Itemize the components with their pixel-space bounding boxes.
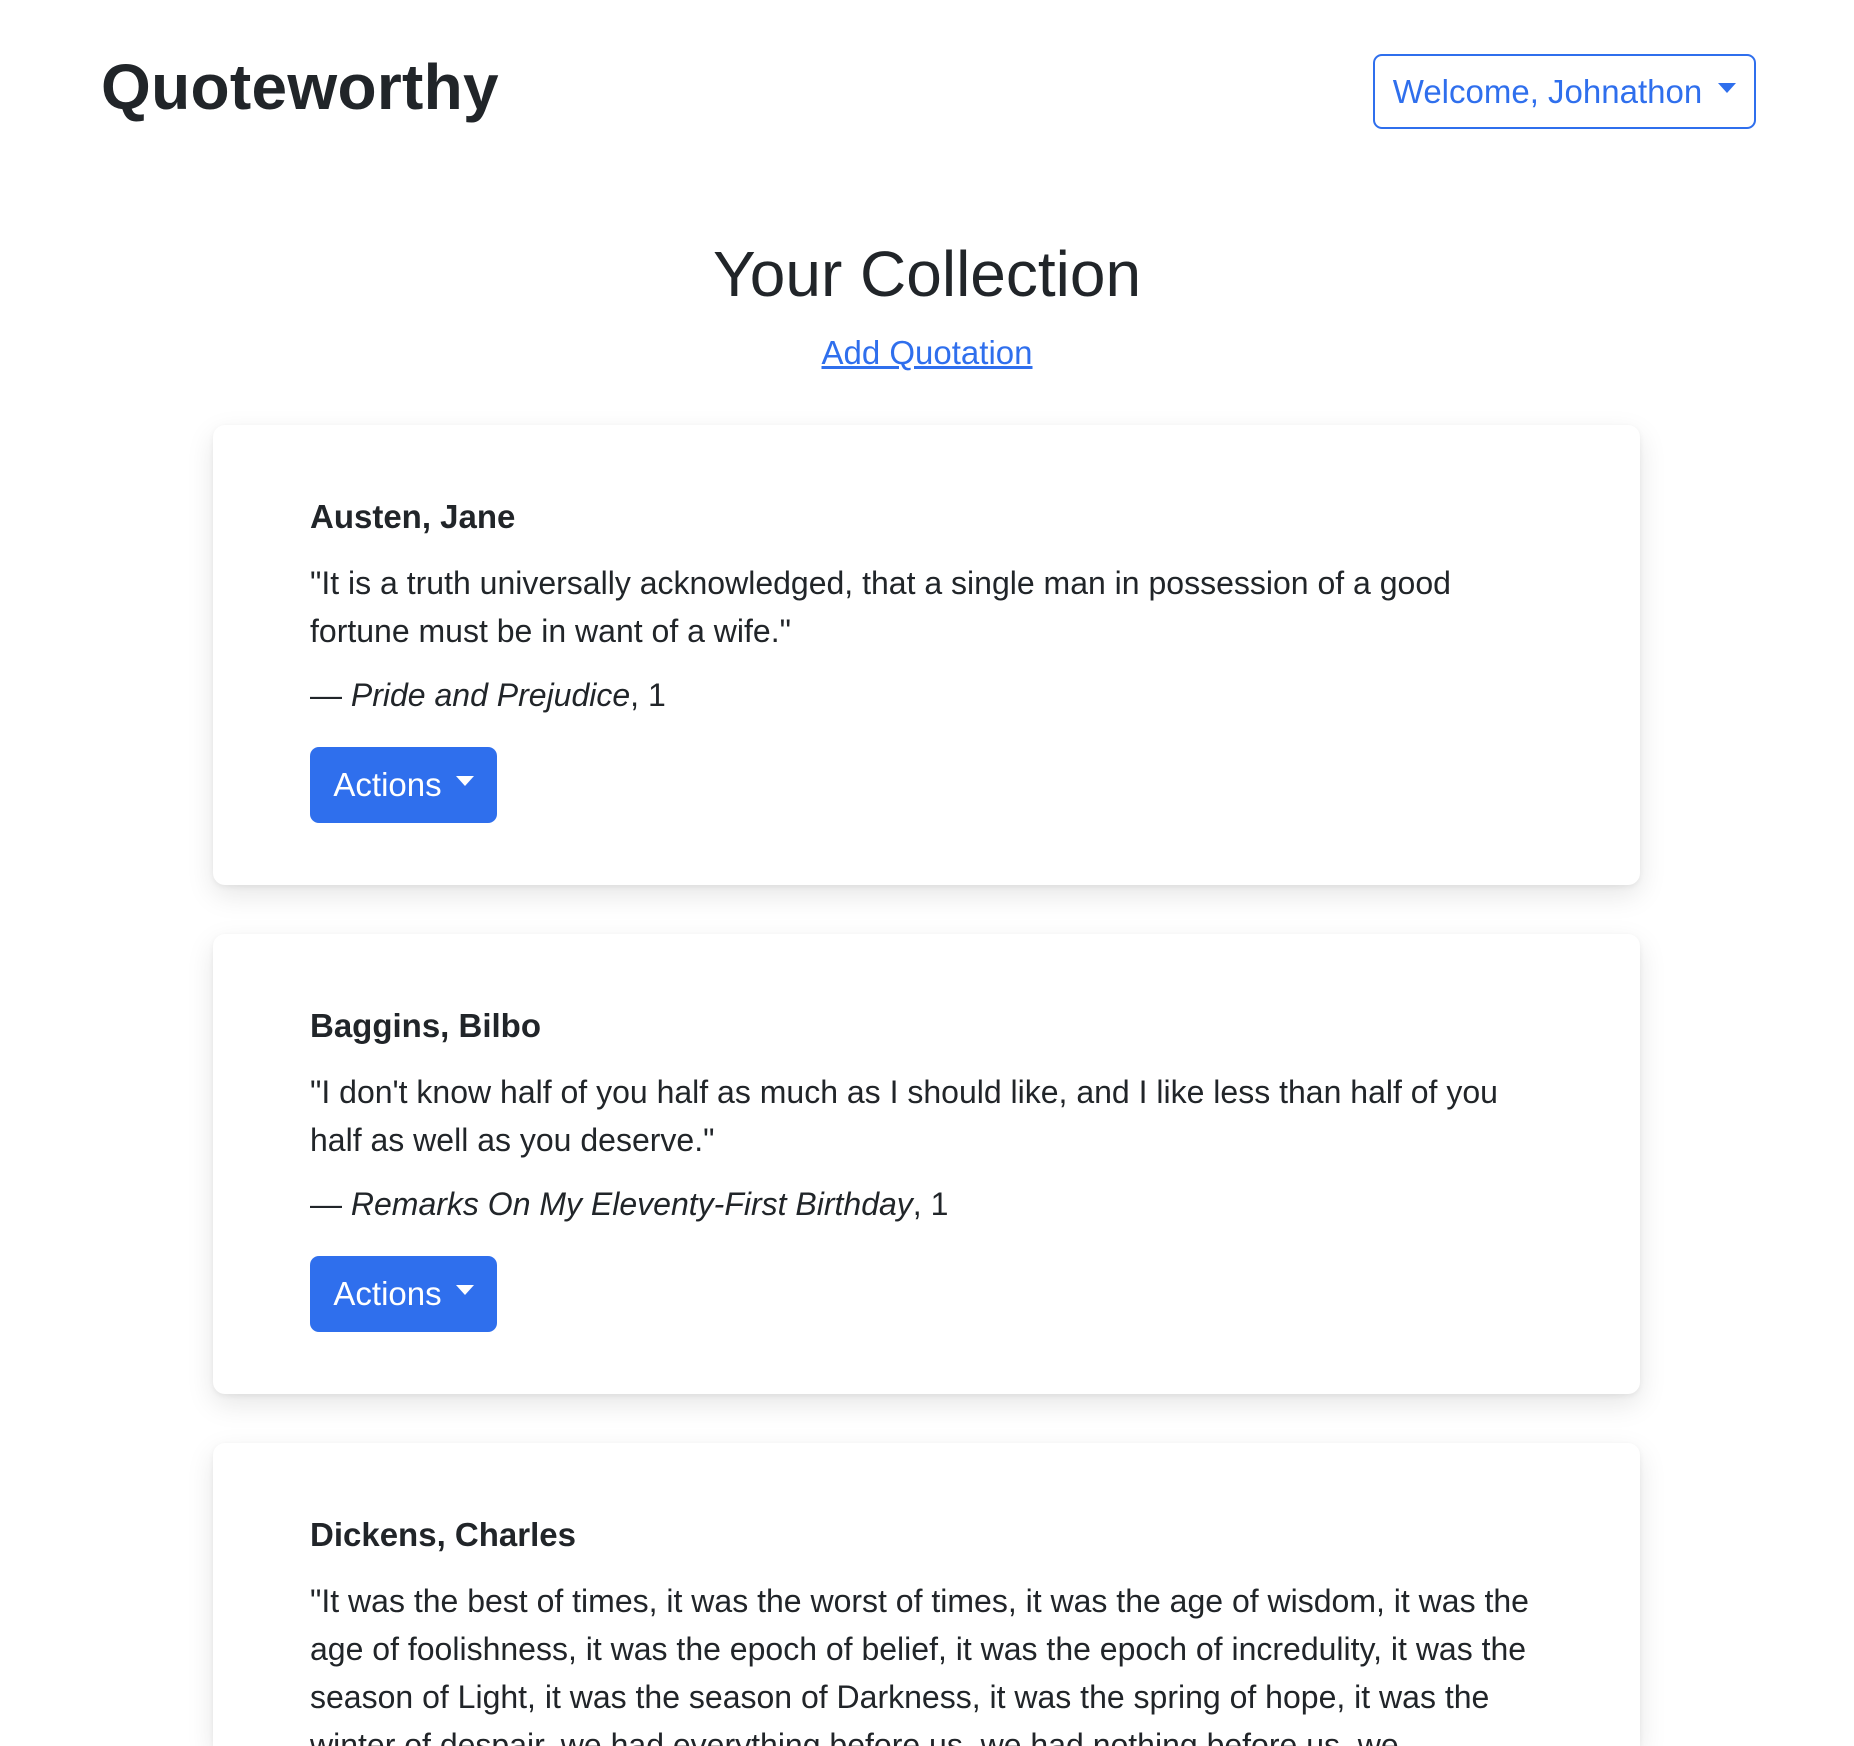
quote-card: Austen, Jane "It is a truth universally … xyxy=(213,425,1640,885)
quote-author: Austen, Jane xyxy=(310,498,516,535)
brand-logo-text[interactable]: Quoteworthy xyxy=(101,46,499,128)
source-page: , 1 xyxy=(912,1186,949,1222)
quote-source: — Remarks On My Eleventy-First Birthday,… xyxy=(310,1180,1543,1228)
actions-dropdown-button[interactable]: Actions xyxy=(310,1256,497,1332)
source-work-title: Remarks On My Eleventy-First Birthday xyxy=(350,1186,913,1222)
caret-down-icon xyxy=(455,1285,474,1295)
source-dash: — xyxy=(310,1186,351,1222)
caret-down-icon xyxy=(1718,82,1737,93)
quote-card: Dickens, Charles "It was the best of tim… xyxy=(213,1443,1640,1746)
actions-label: Actions xyxy=(333,1275,442,1312)
top-header: Quoteworthy Welcome, Johnathon xyxy=(0,0,1854,180)
quote-author: Baggins, Bilbo xyxy=(310,1007,541,1044)
actions-dropdown-button[interactable]: Actions xyxy=(310,747,497,823)
add-quotation-link-wrapper: Add Quotation xyxy=(0,331,1854,375)
quote-author: Dickens, Charles xyxy=(310,1516,576,1553)
quote-card: Baggins, Bilbo "I don't know half of you… xyxy=(213,934,1640,1394)
add-quotation-link[interactable]: Add Quotation xyxy=(822,334,1033,371)
user-menu-label: Welcome, Johnathon xyxy=(1392,72,1703,110)
source-dash: — xyxy=(310,677,351,713)
page-title: Your Collection xyxy=(712,238,1142,310)
quote-source: — Pride and Prejudice, 1 xyxy=(310,671,1543,719)
quote-text: "It was the best of times, it was the wo… xyxy=(310,1583,1529,1746)
caret-down-icon xyxy=(455,776,474,786)
source-work-title: Pride and Prejudice xyxy=(350,677,631,713)
actions-label: Actions xyxy=(333,766,442,803)
source-page: , 1 xyxy=(630,677,666,713)
quote-text: "It is a truth universally acknowledged,… xyxy=(310,565,1451,649)
quote-text: "I don't know half of you half as much a… xyxy=(310,1074,1498,1158)
user-menu-dropdown-button[interactable]: Welcome, Johnathon xyxy=(1373,54,1756,129)
